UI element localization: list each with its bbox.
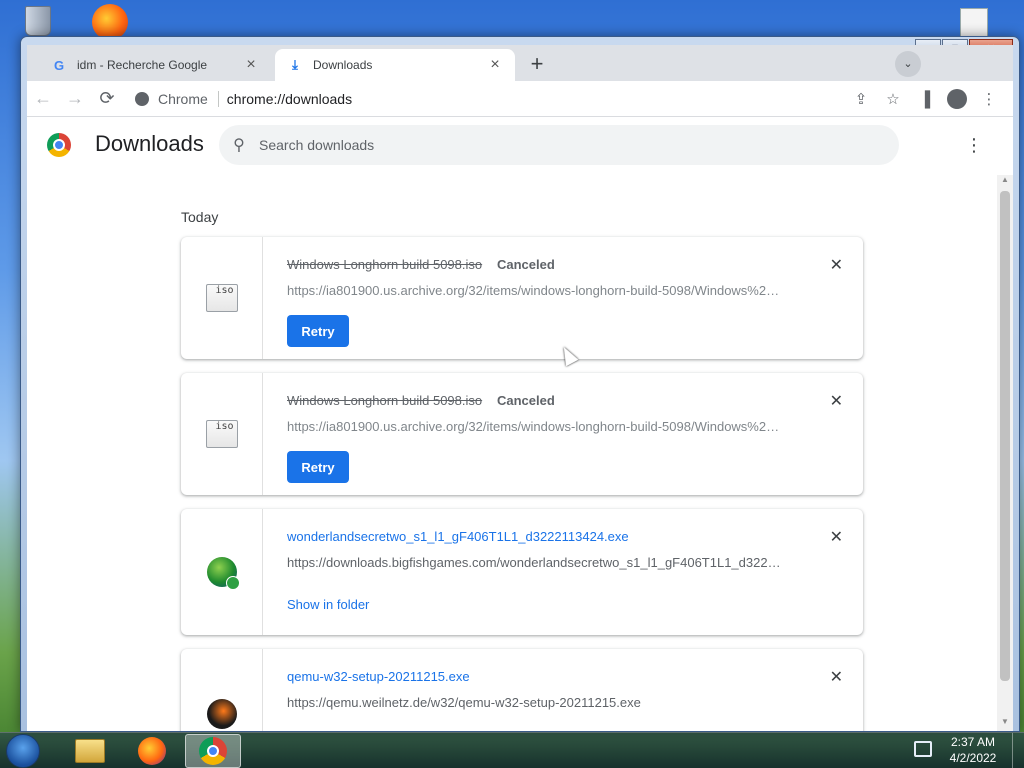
- chrome-icon: [199, 737, 227, 765]
- system-clock[interactable]: 2:37 AM 4/2/2022: [942, 734, 1004, 766]
- firefox-desktop-icon[interactable]: [92, 4, 140, 40]
- browser-frame: G idm - Recherche Google × ⤓ Downloads ×…: [27, 45, 1013, 731]
- google-icon: G: [53, 57, 65, 73]
- date-group-label: Today: [181, 209, 219, 225]
- url-text[interactable]: chrome://downloads: [227, 91, 352, 107]
- downloads-page: Downloads ⚲ ⋮ ▲ ▼ Today iso Windows L: [27, 117, 1013, 731]
- browser-menu-icon[interactable]: ⋮: [973, 85, 1005, 113]
- download-item: iso Windows Longhorn build 5098.iso Canc…: [181, 373, 863, 495]
- browser-toolbar: ← → ⟳ Chrome chrome://downloads ⇪ ☆ ▐ ⋮: [27, 81, 1013, 117]
- recycle-bin-icon[interactable]: [18, 6, 58, 36]
- file-icon-column: [181, 509, 263, 635]
- tab-strip: G idm - Recherche Google × ⤓ Downloads ×…: [27, 45, 1013, 81]
- download-item: wonderlandsecretwo_s1_l1_gF406T1L1_d3222…: [181, 509, 863, 635]
- document-desktop-icon[interactable]: [954, 8, 994, 38]
- taskbar: 2:37 AM 4/2/2022: [0, 732, 1024, 768]
- download-item: qemu-w32-setup-20211215.exe https://qemu…: [181, 649, 863, 731]
- close-tab-icon[interactable]: ×: [243, 56, 259, 74]
- source-url[interactable]: https://ia801900.us.archive.org/32/items…: [287, 419, 787, 434]
- tab-search-button[interactable]: ⌄: [895, 51, 921, 77]
- taskbar-explorer-button[interactable]: [62, 734, 118, 768]
- file-name: Windows Longhorn build 5098.iso: [287, 257, 483, 272]
- back-button[interactable]: ←: [27, 85, 59, 113]
- qemu-icon: [206, 699, 237, 729]
- remove-download-icon[interactable]: ✕: [830, 527, 843, 547]
- retry-button[interactable]: Retry: [287, 315, 349, 347]
- search-downloads-box[interactable]: ⚲: [219, 125, 899, 165]
- clock-time: 2:37 AM: [950, 735, 996, 749]
- iso-file-icon: iso: [205, 284, 238, 312]
- iso-file-icon: iso: [205, 420, 238, 448]
- file-name-link[interactable]: qemu-w32-setup-20211215.exe: [287, 669, 470, 684]
- retry-button[interactable]: Retry: [287, 451, 349, 483]
- scroll-thumb[interactable]: [1000, 191, 1010, 681]
- tab-downloads[interactable]: ⤓ Downloads ×: [275, 49, 515, 81]
- share-icon[interactable]: ⇪: [845, 85, 877, 113]
- remove-download-icon[interactable]: ✕: [830, 255, 843, 275]
- tab-title: Downloads: [313, 58, 373, 72]
- tab-google-search[interactable]: G idm - Recherche Google ×: [39, 49, 271, 81]
- bookmark-star-icon[interactable]: ☆: [877, 85, 909, 113]
- new-tab-button[interactable]: +: [525, 53, 549, 77]
- source-url[interactable]: https://qemu.weilnetz.de/w32/qemu-w32-se…: [287, 695, 787, 710]
- page-scrollbar[interactable]: ▲ ▼: [997, 175, 1013, 731]
- clock-date: 4/2/2022: [949, 751, 997, 765]
- profile-avatar[interactable]: [947, 89, 967, 109]
- downloads-header: Downloads ⚲ ⋮: [27, 117, 1013, 175]
- remove-download-icon[interactable]: ✕: [830, 391, 843, 411]
- show-in-folder-link[interactable]: Show in folder: [287, 597, 369, 612]
- download-icon: ⤓: [292, 57, 298, 72]
- scroll-down-icon[interactable]: ▼: [997, 717, 1013, 731]
- taskbar-firefox-button[interactable]: [124, 734, 180, 768]
- search-icon: ⚲: [233, 137, 245, 154]
- scroll-up-icon[interactable]: ▲: [997, 175, 1013, 189]
- folder-icon: [75, 739, 105, 763]
- show-desktop-button[interactable]: [1012, 733, 1024, 768]
- start-button[interactable]: [6, 734, 40, 768]
- source-url[interactable]: https://downloads.bigfishgames.com/wonde…: [287, 555, 787, 570]
- tab-title: idm - Recherche Google: [77, 58, 208, 72]
- chrome-page-icon: [135, 92, 149, 106]
- reload-button[interactable]: ⟳: [91, 85, 123, 113]
- game-installer-icon: [206, 557, 240, 590]
- file-name: Windows Longhorn build 5098.iso: [287, 393, 483, 408]
- download-status: Canceled: [497, 257, 555, 272]
- page-title: Downloads: [95, 131, 204, 156]
- firefox-icon: [138, 737, 166, 765]
- chrome-logo-icon: [47, 133, 71, 157]
- file-icon-column: iso: [181, 373, 263, 495]
- download-status: Canceled: [497, 393, 555, 408]
- downloads-menu-icon[interactable]: ⋮: [965, 135, 983, 155]
- omnibox-divider: [217, 91, 219, 107]
- taskbar-chrome-button[interactable]: [185, 734, 241, 768]
- toolbar-actions: ⇪ ☆ ▐ ⋮: [845, 85, 1005, 113]
- address-bar[interactable]: Chrome chrome://downloads: [135, 85, 863, 113]
- side-panel-icon[interactable]: ▐: [909, 85, 941, 113]
- close-tab-icon[interactable]: ×: [487, 56, 503, 74]
- chrome-window: ‒ ▢ ✕ G idm - Recherche Google × ⤓ Downl…: [20, 36, 1020, 732]
- remove-download-icon[interactable]: ✕: [830, 667, 843, 687]
- file-icon-column: [181, 649, 263, 731]
- download-item: iso Windows Longhorn build 5098.iso Canc…: [181, 237, 863, 359]
- search-input[interactable]: [259, 137, 819, 153]
- source-url[interactable]: https://ia801900.us.archive.org/32/items…: [287, 283, 787, 298]
- file-icon-column: iso: [181, 237, 263, 359]
- network-icon[interactable]: [914, 741, 932, 757]
- forward-button[interactable]: →: [59, 85, 91, 113]
- site-chip[interactable]: Chrome: [158, 91, 208, 107]
- file-name-link[interactable]: wonderlandsecretwo_s1_l1_gF406T1L1_d3222…: [287, 529, 629, 544]
